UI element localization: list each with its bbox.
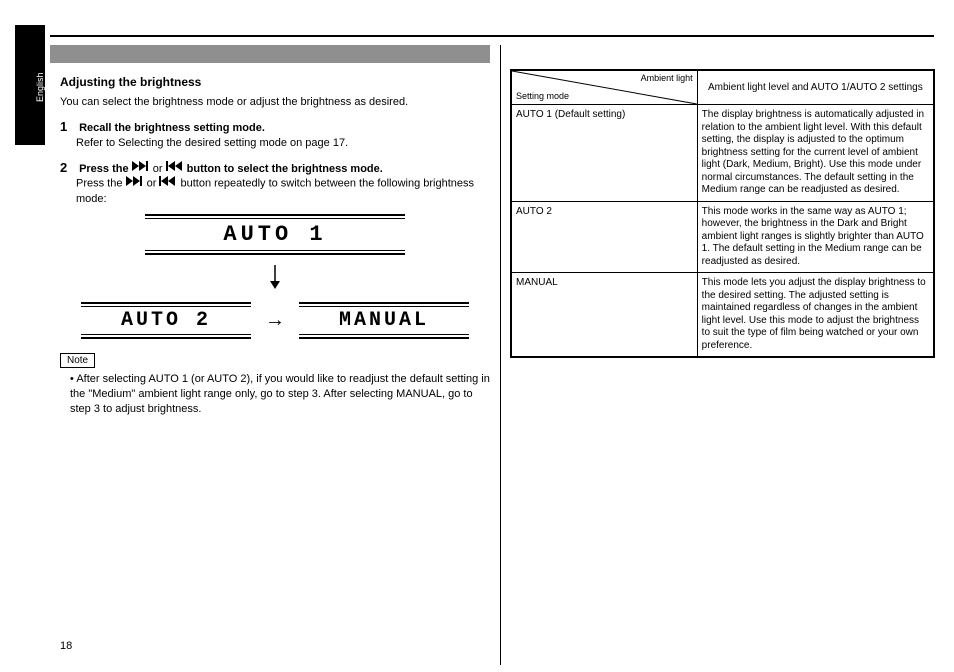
lcd-display-auto2: AUTO 2 xyxy=(81,302,251,339)
top-rule xyxy=(50,35,934,37)
table-row: MANUAL This mode lets you adjust the dis… xyxy=(512,273,934,357)
table-header-col2: Ambient light level and AUTO 1/AUTO 2 se… xyxy=(697,71,933,105)
right-column: Ambient light Setting mode Ambient light… xyxy=(510,65,935,358)
intro-text: You can select the brightness mode or ad… xyxy=(60,95,490,110)
table-header-bottom: Setting mode xyxy=(516,91,569,102)
lcd-display-manual: MANUAL xyxy=(299,302,469,339)
table-header-diagonal: Ambient light Setting mode xyxy=(512,71,698,105)
step-1: 1 Recall the brightness setting mode. Re… xyxy=(60,118,490,151)
step-1-heading: Recall the brightness setting mode. xyxy=(79,122,265,134)
step-2-heading-b: button to select the brightness mode. xyxy=(187,163,383,175)
rewind-icon xyxy=(166,161,184,176)
step-2-heading-a: Press the xyxy=(79,163,132,175)
step-1-body: Refer to Selecting the desired setting m… xyxy=(76,136,348,151)
lcd-display-auto1: AUTO 1 xyxy=(145,214,405,255)
cell-mode-0: AUTO 1 (Default setting) xyxy=(512,105,698,202)
cell-mode-2: MANUAL xyxy=(512,273,698,357)
left-column: Adjusting the brightness You can select … xyxy=(60,75,490,425)
arrow-down-icon xyxy=(268,265,282,289)
note-body: • After selecting AUTO 1 (or AUTO 2), if… xyxy=(70,372,490,417)
lcd-text-auto2: AUTO 2 xyxy=(81,306,251,335)
column-divider xyxy=(500,45,501,665)
cell-mode-1: AUTO 2 xyxy=(512,201,698,273)
arrow-down xyxy=(60,265,490,294)
section-title: Adjusting the brightness xyxy=(60,75,490,89)
side-tab: English xyxy=(15,25,45,145)
table-row: AUTO 1 (Default setting) The display bri… xyxy=(512,105,934,202)
step-1-number: 1 xyxy=(60,118,76,136)
page: English Adjusting the brightness You can… xyxy=(20,35,934,652)
fast-forward-icon xyxy=(126,176,144,191)
lcd-text-manual: MANUAL xyxy=(299,306,469,335)
header-gray-bar xyxy=(50,45,490,63)
cell-desc-1: This mode works in the same way as AUTO … xyxy=(697,201,933,273)
brightness-modes-table: Ambient light Setting mode Ambient light… xyxy=(510,69,935,358)
side-tab-lang: English xyxy=(35,30,45,145)
table-header-top: Ambient light xyxy=(641,73,693,84)
fast-forward-icon xyxy=(132,161,150,176)
table-row: AUTO 2 This mode works in the same way a… xyxy=(512,201,934,273)
rewind-icon xyxy=(159,176,177,191)
cell-desc-2: This mode lets you adjust the display br… xyxy=(697,273,933,357)
table-header-row: Ambient light Setting mode Ambient light… xyxy=(512,71,934,105)
lcd-text-auto1: AUTO 1 xyxy=(145,218,405,251)
step-2-or-2: or xyxy=(147,178,160,190)
note-label: Note xyxy=(60,353,95,368)
lcd-row: AUTO 2 → MANUAL xyxy=(60,302,490,339)
step-2-number: 2 xyxy=(60,159,76,177)
step-2-or: or xyxy=(153,163,166,175)
step-2: 2 Press the or button to select the brig… xyxy=(60,159,490,207)
cell-desc-0: The display brightness is automatically … xyxy=(697,105,933,202)
arrow-right-icon: → xyxy=(265,309,285,332)
step-2-body-a: Press the xyxy=(76,178,126,190)
page-number: 18 xyxy=(60,640,72,652)
